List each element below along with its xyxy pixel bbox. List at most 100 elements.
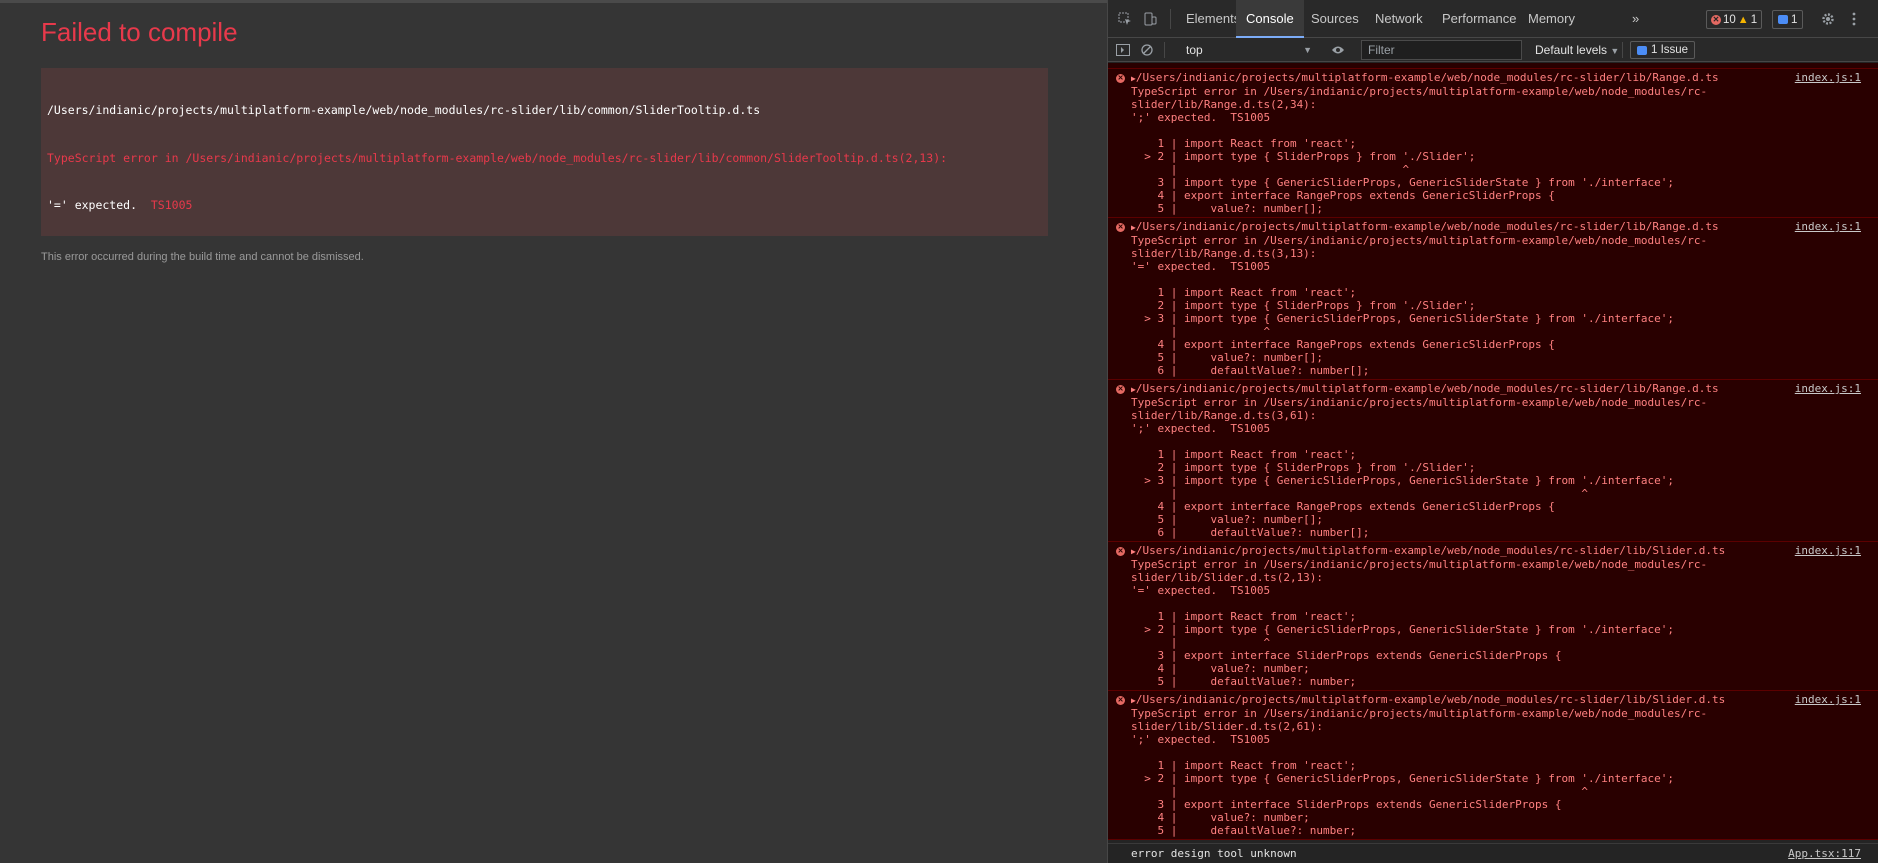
context-selector[interactable]: top ▼ xyxy=(1180,40,1320,60)
message-line: '=' expected. TS1005 xyxy=(1131,584,1271,597)
message-line xyxy=(1131,746,1861,759)
message-line: | ^ xyxy=(1131,487,1588,500)
chevron-down-icon: ▼ xyxy=(1610,46,1620,56)
error-file-path: /Users/indianic/projects/multiplatform-e… xyxy=(47,102,761,117)
issues-button[interactable]: 1 Issue xyxy=(1630,41,1696,59)
message-header[interactable]: ▶/Users/indianic/projects/multiplatform-… xyxy=(1131,544,1861,558)
error-message-line: '=' expected. TS1005 xyxy=(47,198,1042,214)
error-icon: ✕ xyxy=(1711,14,1721,25)
message-source-link[interactable]: index.js:1 xyxy=(1795,382,1861,395)
message-line: 1 | import React from 'react'; xyxy=(1131,286,1357,299)
message-line: 2 | import type { SliderProps } from './… xyxy=(1131,461,1476,474)
error-icon: ✕ xyxy=(1116,223,1125,232)
message-line: TypeScript error in /Users/indianic/proj… xyxy=(1131,85,1708,98)
message-source-link[interactable]: index.js:1 xyxy=(1795,220,1861,233)
message-line: TypeScript error in /Users/indianic/proj… xyxy=(1131,707,1708,720)
message-path: /Users/indianic/projects/multiplatform-e… xyxy=(1135,693,1726,706)
message-line: ';' expected. TS1005 xyxy=(1131,111,1271,124)
message-line: 1 | import React from 'react'; xyxy=(1131,448,1357,461)
message-source-link[interactable]: index.js:1 xyxy=(1795,71,1861,84)
message-header[interactable]: ▶/Users/indianic/projects/multiplatform-… xyxy=(1131,382,1861,396)
tab-memory[interactable]: Memory xyxy=(1518,0,1585,38)
log-source-link[interactable]: App.tsx:117 xyxy=(1788,844,1861,863)
error-icon: ✕ xyxy=(1116,696,1125,705)
message-line: ';' expected. TS1005 xyxy=(1131,733,1271,746)
more-vertical-icon[interactable] xyxy=(1845,10,1863,28)
console-counts-badge[interactable]: ✕ 10 ▲ 1 xyxy=(1706,10,1763,29)
more-tabs-button[interactable]: » xyxy=(1622,0,1649,38)
message-source-link[interactable]: index.js:1 xyxy=(1795,693,1861,706)
message-path: /Users/indianic/projects/multiplatform-e… xyxy=(1135,220,1719,233)
console-error-message[interactable]: ✕ ▶/Users/indianic/projects/multiplatform… xyxy=(1108,691,1878,840)
message-line: | ^ xyxy=(1131,325,1271,338)
console-messages[interactable]: ✕ ▶/Users/indianic/projects/multiplatform… xyxy=(1108,63,1878,843)
toolbar-separator xyxy=(1622,42,1623,58)
message-line: | ^ xyxy=(1131,636,1271,649)
message-line xyxy=(1131,597,1861,610)
message-source-link[interactable]: index.js:1 xyxy=(1795,544,1861,557)
message-line xyxy=(1131,273,1861,286)
console-toolbar: top ▼ Default levels ▼ 1 Issue xyxy=(1108,38,1878,62)
message-path: /Users/indianic/projects/multiplatform-e… xyxy=(1135,71,1719,84)
message-line: slider/lib/Slider.d.ts(2,13): xyxy=(1131,571,1324,584)
error-location: TypeScript error in /Users/indianic/proj… xyxy=(47,150,948,165)
message-line: > 3 | import type { GenericSliderProps, … xyxy=(1131,474,1675,487)
clear-console-icon[interactable] xyxy=(1138,41,1156,59)
message-line: > 2 | import type { SliderProps } from '… xyxy=(1131,150,1476,163)
message-line: '=' expected. TS1005 xyxy=(1131,260,1271,273)
device-toggle-icon[interactable] xyxy=(1141,10,1159,28)
console-error-message[interactable]: ✕ ▶/Users/indianic/projects/multiplatform… xyxy=(1108,218,1878,380)
message-line xyxy=(1131,435,1861,448)
tab-sources[interactable]: Sources xyxy=(1301,0,1369,38)
message-line: 5 | defaultValue?: number; xyxy=(1131,824,1357,837)
context-value: top xyxy=(1186,43,1203,57)
message-line: 2 | import type { SliderProps } from './… xyxy=(1131,299,1476,312)
sidebar-toggle-icon[interactable] xyxy=(1114,41,1132,59)
devtools-panel: Elements Console Sources Network Performance… xyxy=(1107,0,1878,863)
message-icon xyxy=(1778,15,1788,24)
message-line: 6 | defaultValue?: number[]; xyxy=(1131,526,1370,539)
devtools-tab-bar: Elements Console Sources Network Performance… xyxy=(1108,0,1878,38)
overlay-top-divider xyxy=(0,0,1107,3)
tab-performance[interactable]: Performance xyxy=(1432,0,1526,38)
message-path: /Users/indianic/projects/multiplatform-e… xyxy=(1135,382,1719,395)
message-line: TypeScript error in /Users/indianic/proj… xyxy=(1131,234,1708,247)
console-error-message[interactable]: ✕ ▶/Users/indianic/projects/multiplatform… xyxy=(1108,69,1878,218)
message-line: | ^ xyxy=(1131,785,1588,798)
message-header[interactable]: ▶/Users/indianic/projects/multiplatform-… xyxy=(1131,220,1861,234)
tab-network[interactable]: Network xyxy=(1365,0,1433,38)
eye-icon[interactable] xyxy=(1329,41,1347,59)
error-icon: ✕ xyxy=(1116,74,1125,83)
overlay-footnote: This error occurred during the build tim… xyxy=(41,251,364,263)
console-error-message[interactable]: ✕ ▶/Users/indianic/projects/multiplatform… xyxy=(1108,542,1878,691)
message-line: 3 | export interface SliderProps extends… xyxy=(1131,798,1562,811)
message-line: 5 | value?: number[]; xyxy=(1131,351,1324,364)
message-header[interactable]: ▶/Users/indianic/projects/multiplatform-… xyxy=(1131,693,1861,707)
message-line: 3 | export interface SliderProps extends… xyxy=(1131,649,1562,662)
log-levels-dropdown[interactable]: Default levels ▼ xyxy=(1531,40,1623,60)
tab-console[interactable]: Console xyxy=(1236,0,1304,38)
message-line: 1 | import React from 'react'; xyxy=(1131,137,1357,150)
messages-badge[interactable]: 1 xyxy=(1772,10,1804,29)
error-details-box: /Users/indianic/projects/multiplatform-e… xyxy=(41,68,1048,236)
message-line: 1 | import React from 'react'; xyxy=(1131,610,1357,623)
message-line: 4 | value?: number; xyxy=(1131,662,1310,675)
console-log-row: error design tool unknown App.tsx:117 xyxy=(1108,843,1878,863)
message-line: 4 | export interface RangeProps extends … xyxy=(1131,500,1555,513)
message-line: 4 | value?: number; xyxy=(1131,811,1310,824)
message-line: slider/lib/Slider.d.ts(2,61): xyxy=(1131,720,1324,733)
message-line: 5 | defaultValue?: number; xyxy=(1131,675,1357,688)
filter-input[interactable] xyxy=(1361,40,1522,60)
issues-label: 1 Issue xyxy=(1651,44,1689,56)
console-error-message[interactable]: ✕ ▶/Users/indianic/projects/multiplatform… xyxy=(1108,380,1878,542)
toolbar-separator xyxy=(1164,42,1165,58)
gear-icon[interactable] xyxy=(1819,10,1837,28)
message-header[interactable]: ▶/Users/indianic/projects/multiplatform-… xyxy=(1131,71,1861,85)
message-line: 5 | value?: number[]; xyxy=(1131,202,1324,215)
warning-icon: ▲ xyxy=(1737,13,1749,26)
inspect-icon[interactable] xyxy=(1116,10,1134,28)
message-line: 3 | import type { GenericSliderProps, Ge… xyxy=(1131,176,1675,189)
message-line: 4 | export interface RangeProps extends … xyxy=(1131,338,1555,351)
message-line: TypeScript error in /Users/indianic/proj… xyxy=(1131,558,1708,571)
message-line: 4 | export interface RangeProps extends … xyxy=(1131,189,1555,202)
